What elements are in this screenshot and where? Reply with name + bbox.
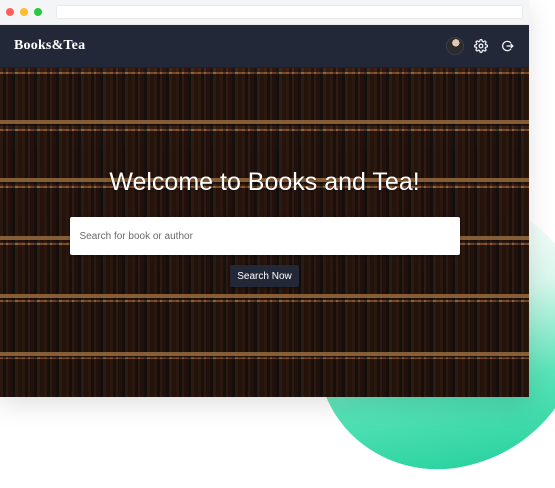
search-now-button[interactable]: Search Now — [230, 265, 299, 287]
hero-content: Welcome to Books and Tea! Search Now — [0, 68, 529, 397]
search-input[interactable] — [69, 217, 460, 255]
window-minimize-dot[interactable] — [20, 8, 28, 16]
brand-logo[interactable]: Books&Tea — [14, 38, 85, 54]
hero-bookshelf-banner: Welcome to Books and Tea! Search Now — [0, 68, 529, 397]
navbar-actions — [447, 38, 515, 54]
hero-title: Welcome to Books and Tea! — [109, 168, 420, 196]
browser-chrome — [0, 0, 529, 25]
address-bar[interactable] — [56, 5, 523, 19]
gear-icon[interactable] — [473, 38, 489, 54]
top-navbar: Books&Tea — [0, 25, 529, 68]
browser-window: Books&Tea Welcome to Books and Tea! Sear… — [0, 0, 529, 397]
logout-icon[interactable] — [499, 38, 515, 54]
window-maximize-dot[interactable] — [34, 8, 42, 16]
window-close-dot[interactable] — [6, 8, 14, 16]
avatar[interactable] — [447, 38, 463, 54]
